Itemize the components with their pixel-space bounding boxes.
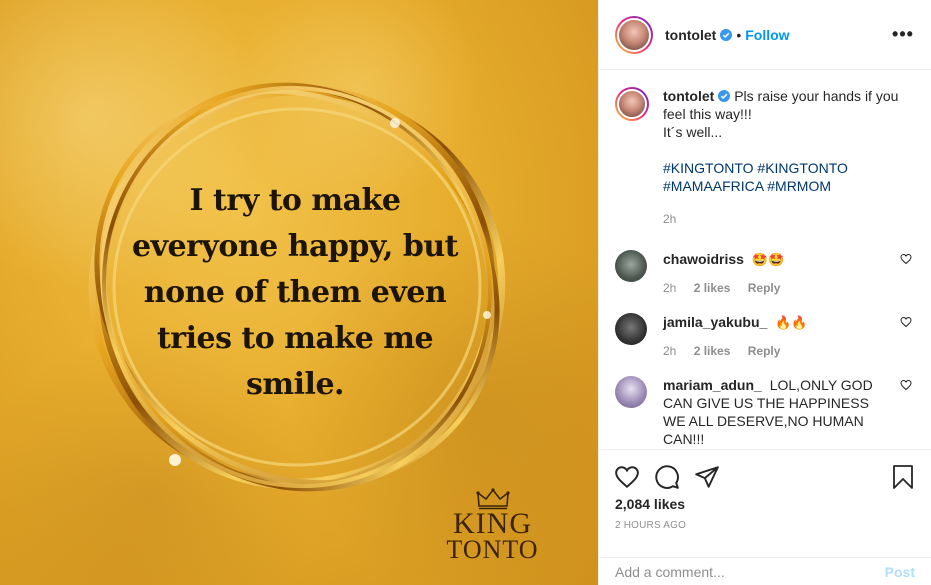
- comment-bubble-icon[interactable]: [647, 457, 687, 497]
- comments-section[interactable]: tontolet Pls raise your hands if you fee…: [599, 71, 931, 449]
- caption-body: tontolet Pls raise your hands if you fee…: [663, 87, 908, 228]
- instagram-post: I try to make everyone happy, but none o…: [0, 0, 931, 585]
- comment-time[interactable]: 2h: [663, 281, 676, 295]
- brand-line-tonto: TONTO: [446, 535, 539, 564]
- action-icons: [599, 450, 931, 496]
- author-username[interactable]: tontolet: [665, 27, 716, 43]
- author-avatar[interactable]: [615, 15, 653, 54]
- comment-likes[interactable]: 2 likes: [694, 344, 731, 358]
- comment-time[interactable]: 2h: [663, 344, 676, 358]
- separator-dot: •: [736, 26, 742, 43]
- commenter-username[interactable]: mariam_adun_: [663, 377, 762, 393]
- comment-text: 🤩🤩: [751, 253, 785, 268]
- add-comment-bar: Post: [599, 557, 931, 585]
- comment-like-heart-icon[interactable]: [900, 379, 912, 391]
- follow-button[interactable]: Follow: [745, 27, 789, 43]
- likes-count[interactable]: 2,084 likes: [599, 496, 931, 512]
- caption-avatar[interactable]: [615, 87, 649, 121]
- like-heart-icon[interactable]: [607, 457, 647, 497]
- header-info: tontolet • Follow: [665, 27, 790, 43]
- hashtag-link[interactable]: #MRMOM: [767, 178, 831, 194]
- quote-line: everyone happy, but: [132, 229, 459, 264]
- post-image[interactable]: I try to make everyone happy, but none o…: [0, 0, 598, 585]
- verified-badge-icon: [720, 28, 733, 41]
- comment-item: chawoidriss 🤩🤩 2h 2 likes Reply: [615, 250, 915, 297]
- post-caption: tontolet Pls raise your hands if you fee…: [615, 87, 915, 228]
- comment-meta: 2h 2 likes Reply: [663, 342, 893, 360]
- quote-line: smile.: [246, 367, 344, 402]
- caption-username[interactable]: tontolet: [663, 88, 714, 104]
- comment-body: jamila_yakubu_ 🔥🔥 2h 2 likes Reply: [663, 313, 893, 360]
- king-tonto-logo: KING TONTO: [430, 488, 555, 564]
- comment-text: 🔥🔥: [775, 316, 808, 331]
- quote-line: tries to make me: [156, 321, 434, 356]
- comment-item: mariam_adun_ LOL,ONLY GOD CAN GIVE US TH…: [615, 376, 915, 448]
- share-paper-plane-icon[interactable]: [687, 457, 727, 497]
- comment-likes[interactable]: 2 likes: [694, 281, 731, 295]
- hashtag-link[interactable]: #KINGTONTO: [663, 160, 754, 176]
- commenter-avatar[interactable]: [615, 250, 647, 282]
- commenter-username[interactable]: chawoidriss: [663, 251, 744, 267]
- commenter-username[interactable]: jamila_yakubu_: [663, 314, 767, 330]
- comment-like-heart-icon[interactable]: [900, 253, 912, 265]
- hashtag-link[interactable]: #KINGTONTO: [757, 160, 848, 176]
- quote-line: none of them even: [143, 275, 447, 310]
- add-comment-input[interactable]: [615, 563, 885, 580]
- comment-like-heart-icon[interactable]: [900, 316, 912, 328]
- post-sidebar: tontolet • Follow ••• tontolet Pls raise…: [598, 0, 931, 585]
- hashtag-link[interactable]: #MAMAAFRICA: [663, 178, 763, 194]
- brand-line-king: KING: [453, 507, 532, 540]
- reply-button[interactable]: Reply: [748, 344, 781, 358]
- comment-item: jamila_yakubu_ 🔥🔥 2h 2 likes Reply: [615, 313, 915, 360]
- post-header: tontolet • Follow •••: [599, 0, 931, 70]
- post-actions: 2,084 likes 2 HOURS AGO Post: [599, 449, 931, 585]
- hashtag-list: #KINGTONTO #KINGTONTO #MAMAAFRICA #MRMOM: [663, 159, 908, 195]
- verified-badge-icon: [718, 90, 731, 102]
- more-options-icon[interactable]: •••: [891, 24, 915, 45]
- comment-body: mariam_adun_ LOL,ONLY GOD CAN GIVE US TH…: [663, 376, 893, 448]
- comment-body: chawoidriss 🤩🤩 2h 2 likes Reply: [663, 250, 893, 297]
- comment-meta: 2h 2 likes Reply: [663, 279, 893, 297]
- commenter-avatar[interactable]: [615, 313, 647, 345]
- save-bookmark-icon[interactable]: [883, 457, 923, 497]
- post-comment-button[interactable]: Post: [885, 564, 915, 580]
- commenter-avatar[interactable]: [615, 376, 647, 408]
- caption-text-line2: It´s well...: [663, 124, 723, 140]
- post-timestamp[interactable]: 2 HOURS AGO: [599, 520, 931, 531]
- quote-text: I try to make everyone happy, but none o…: [120, 178, 470, 408]
- reply-button[interactable]: Reply: [748, 281, 781, 295]
- quote-line: I try to make: [189, 183, 401, 218]
- caption-time: 2h: [663, 212, 677, 226]
